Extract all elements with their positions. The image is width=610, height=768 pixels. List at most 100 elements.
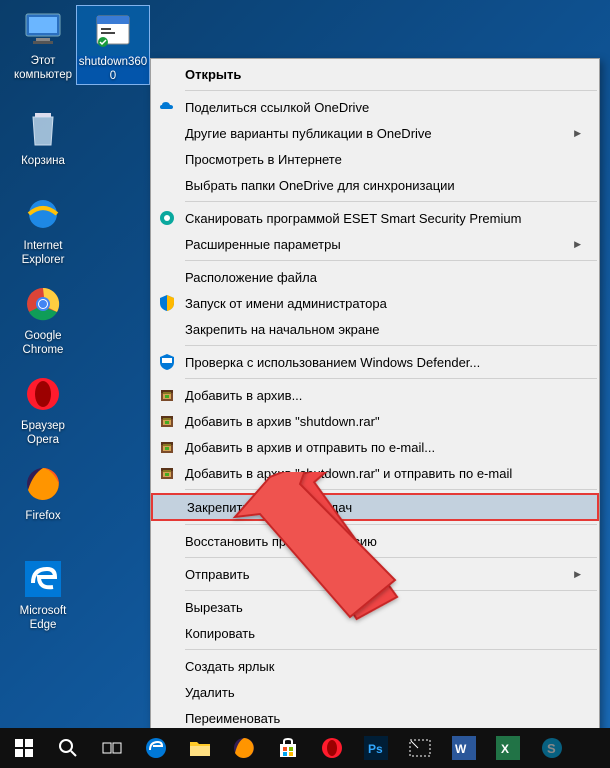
context-menu-item[interactable]: Закрепить на начальном экране bbox=[151, 316, 599, 342]
edge-icon bbox=[19, 555, 67, 603]
context-menu-item-label: Добавить в архив и отправить по e-mail..… bbox=[185, 440, 435, 455]
desktop-icon-this-pc[interactable]: Этот компьютер bbox=[6, 5, 80, 83]
context-menu-item-label: Проверка с использованием Windows Defend… bbox=[185, 355, 480, 370]
defender-icon bbox=[157, 352, 177, 372]
eset-icon bbox=[157, 208, 177, 228]
context-menu-item-label: Отправить bbox=[185, 567, 249, 582]
context-menu-item[interactable]: Другие варианты публикации в OneDrive ▶ bbox=[151, 120, 599, 146]
onedrive-icon bbox=[157, 97, 177, 117]
context-menu-item[interactable]: Восстановить прежнюю версию bbox=[151, 528, 599, 554]
context-menu: Открыть Поделиться ссылкой OneDrive Другие… bbox=[150, 58, 600, 767]
desktop-icon-label: Корзина bbox=[6, 155, 80, 169]
shield-icon bbox=[157, 293, 177, 313]
desktop-icon-shutdown3600[interactable]: shutdown3600 bbox=[76, 5, 150, 85]
context-menu-item-label: Создать ярлык bbox=[185, 659, 274, 674]
chrome-icon bbox=[19, 280, 67, 328]
taskbar-snip[interactable] bbox=[398, 728, 442, 768]
desktop-icon-label: Браузер Opera bbox=[6, 420, 80, 448]
context-menu-separator bbox=[185, 649, 597, 650]
context-menu-item[interactable]: Добавить в архив "shutdown.rar" bbox=[151, 408, 599, 434]
context-menu-item-label: Другие варианты публикации в OneDrive bbox=[185, 126, 432, 141]
desktop: Этот компьютер shutdown3600 Корзина Inte… bbox=[0, 0, 610, 768]
context-menu-item[interactable]: Открыть bbox=[151, 61, 599, 87]
desktop-icon-opera[interactable]: Браузер Opera bbox=[6, 370, 80, 448]
opera-icon bbox=[19, 370, 67, 418]
this-pc-icon bbox=[19, 5, 67, 53]
context-menu-item-label: Поделиться ссылкой OneDrive bbox=[185, 100, 369, 115]
context-menu-item[interactable]: Создать ярлык bbox=[151, 653, 599, 679]
context-menu-item[interactable]: Вырезать bbox=[151, 594, 599, 620]
context-menu-item-label: Удалить bbox=[185, 685, 235, 700]
context-menu-item-label: Расширенные параметры bbox=[185, 237, 341, 252]
context-menu-item-label: Вырезать bbox=[185, 600, 243, 615]
context-menu-item[interactable]: Просмотреть в Интернете bbox=[151, 146, 599, 172]
desktop-icon-ie[interactable]: Internet Explorer bbox=[6, 190, 80, 268]
context-menu-item[interactable]: Расположение файла bbox=[151, 264, 599, 290]
winrar-icon bbox=[157, 411, 177, 431]
task-view-button[interactable] bbox=[90, 728, 134, 768]
desktop-icon-label: Этот компьютер bbox=[6, 55, 80, 83]
desktop-icon-label: Firefox bbox=[6, 510, 80, 524]
context-menu-item[interactable]: Выбрать папки OneDrive для синхронизации bbox=[151, 172, 599, 198]
context-menu-item[interactable]: Закрепить на панели задач bbox=[151, 493, 599, 521]
context-menu-separator bbox=[185, 489, 597, 490]
context-menu-item-label: Добавить в архив... bbox=[185, 388, 302, 403]
context-menu-item-label: Копировать bbox=[185, 626, 255, 641]
taskbar-skype[interactable]: S bbox=[530, 728, 574, 768]
context-menu-item[interactable]: Удалить bbox=[151, 679, 599, 705]
desktop-icon-edge[interactable]: Microsoft Edge bbox=[6, 555, 80, 633]
context-menu-separator bbox=[185, 345, 597, 346]
taskbar-firefox[interactable] bbox=[222, 728, 266, 768]
desktop-icon-label: Internet Explorer bbox=[6, 240, 80, 268]
context-menu-item-label: Выбрать папки OneDrive для синхронизации bbox=[185, 178, 455, 193]
taskbar-store[interactable] bbox=[266, 728, 310, 768]
context-menu-item[interactable]: Проверка с использованием Windows Defend… bbox=[151, 349, 599, 375]
context-menu-item[interactable]: Отправить ▶ bbox=[151, 561, 599, 587]
context-menu-item[interactable]: Добавить в архив и отправить по e-mail..… bbox=[151, 434, 599, 460]
taskbar-edge[interactable] bbox=[134, 728, 178, 768]
svg-text:S: S bbox=[547, 741, 556, 756]
context-menu-separator bbox=[185, 90, 597, 91]
winrar-icon bbox=[157, 437, 177, 457]
context-menu-separator bbox=[185, 524, 597, 525]
winrar-icon bbox=[157, 385, 177, 405]
taskbar: Ps W X S bbox=[0, 728, 610, 768]
context-menu-item-label: Закрепить на начальном экране bbox=[185, 322, 380, 337]
context-menu-item[interactable]: Добавить в архив "shutdown.rar" и отправ… bbox=[151, 460, 599, 486]
desktop-icon-firefox[interactable]: Firefox bbox=[6, 460, 80, 524]
taskbar-excel[interactable]: X bbox=[486, 728, 530, 768]
svg-text:W: W bbox=[455, 742, 467, 756]
start-button[interactable] bbox=[2, 728, 46, 768]
submenu-arrow-icon: ▶ bbox=[574, 239, 581, 250]
search-button[interactable] bbox=[46, 728, 90, 768]
context-menu-item-label: Запуск от имени администратора bbox=[185, 296, 387, 311]
context-menu-separator bbox=[185, 260, 597, 261]
context-menu-item[interactable]: Сканировать программой ESET Smart Securi… bbox=[151, 205, 599, 231]
context-menu-item[interactable]: Расширенные параметры ▶ bbox=[151, 231, 599, 257]
context-menu-item[interactable]: Запуск от имени администратора bbox=[151, 290, 599, 316]
shortcut-icon bbox=[89, 6, 137, 54]
taskbar-word[interactable]: W bbox=[442, 728, 486, 768]
desktop-icon-chrome[interactable]: Google Chrome bbox=[6, 280, 80, 358]
context-menu-item[interactable]: Добавить в архив... bbox=[151, 382, 599, 408]
submenu-arrow-icon: ▶ bbox=[574, 128, 581, 139]
ie-icon bbox=[19, 190, 67, 238]
context-menu-separator bbox=[185, 590, 597, 591]
context-menu-item-label: Восстановить прежнюю версию bbox=[185, 534, 377, 549]
desktop-icon-recycle-bin[interactable]: Корзина bbox=[6, 105, 80, 169]
context-menu-separator bbox=[185, 201, 597, 202]
context-menu-separator bbox=[185, 378, 597, 379]
context-menu-item[interactable]: Копировать bbox=[151, 620, 599, 646]
recycle-bin-icon bbox=[19, 105, 67, 153]
submenu-arrow-icon: ▶ bbox=[574, 569, 581, 580]
svg-text:X: X bbox=[501, 742, 509, 756]
taskbar-explorer[interactable] bbox=[178, 728, 222, 768]
desktop-icon-label: Microsoft Edge bbox=[6, 605, 80, 633]
context-menu-separator bbox=[185, 557, 597, 558]
taskbar-photoshop[interactable]: Ps bbox=[354, 728, 398, 768]
context-menu-item-label: Расположение файла bbox=[185, 270, 317, 285]
context-menu-item-label: Закрепить на панели задач bbox=[187, 500, 352, 515]
svg-text:Ps: Ps bbox=[368, 742, 383, 756]
context-menu-item[interactable]: Поделиться ссылкой OneDrive bbox=[151, 94, 599, 120]
taskbar-opera[interactable] bbox=[310, 728, 354, 768]
